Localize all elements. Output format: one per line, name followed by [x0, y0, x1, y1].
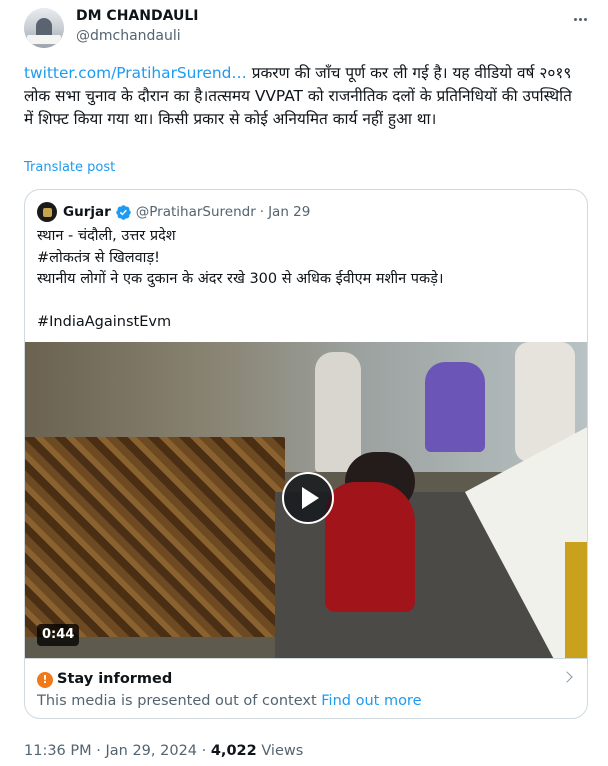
quoted-tweet-text: स्थान - चंदौली, उत्तर प्रदेश #लोकतंत्र स…: [37, 226, 577, 334]
video-frame-figure: [325, 482, 415, 612]
quoted-author-name[interactable]: Gurjar: [63, 204, 111, 220]
quoted-avatar-emblem: [42, 207, 52, 217]
tweet-link[interactable]: twitter.com/PratiharSurend…: [24, 64, 247, 82]
quoted-tweet-header: Gurjar @PratiharSurendr · Jan 29: [37, 202, 310, 222]
find-out-more-link[interactable]: Find out more: [321, 693, 421, 709]
avatar-desk: [27, 35, 61, 44]
quoted-author-avatar[interactable]: [37, 202, 57, 222]
alert-icon: !: [37, 672, 53, 688]
quoted-date[interactable]: Jan 29: [268, 204, 310, 220]
quoted-author-handle[interactable]: @PratiharSurendr: [136, 204, 256, 220]
more-icon-dot: [578, 17, 582, 21]
more-icon: [573, 17, 577, 21]
video-frame-fabric: [25, 437, 285, 637]
views-count: 4,022: [210, 743, 257, 759]
more-icon-dot: [583, 17, 587, 21]
tweet-header: DM CHANDAULI @dmchandauli: [24, 6, 594, 50]
video-duration: 0:44: [37, 624, 80, 646]
video-frame-person: [425, 362, 485, 452]
notice-title: Stay informed: [57, 671, 173, 687]
post-date[interactable]: Jan 29, 2024: [105, 743, 197, 759]
tweet-text: twitter.com/PratiharSurend… प्रकरण की जा…: [24, 62, 584, 131]
quoted-line-location: स्थान - चंदौली, उत्तर प्रदेश: [37, 228, 176, 244]
translate-post-link[interactable]: Translate post: [24, 160, 115, 175]
quoted-line-blank: [37, 291, 577, 313]
author-avatar[interactable]: [24, 8, 64, 48]
meta-separator: ·: [201, 743, 207, 759]
quoted-line-hashtag-2: #IndiaAgainstEvm: [37, 314, 172, 330]
quoted-line-hashtag: #लोकतंत्र से खिलवाड़!: [37, 249, 160, 266]
author-display-name[interactable]: DM CHANDAULI: [76, 8, 199, 24]
tweet-meta: 11:36 PM · Jan 29, 2024 · 4,022 Views: [24, 743, 303, 759]
meta-separator: ·: [96, 743, 101, 759]
play-icon: [302, 487, 319, 509]
quoted-separator: ·: [259, 204, 265, 220]
chevron-right-icon[interactable]: [561, 671, 573, 683]
context-notice[interactable]: ! Stay informed This media is presented …: [25, 658, 587, 718]
author-handle[interactable]: @dmchandauli: [76, 28, 181, 44]
notice-description-text: This media is presented out of context: [37, 693, 317, 709]
quoted-tweet-card[interactable]: Gurjar @PratiharSurendr · Jan 29 स्थान -…: [24, 189, 588, 719]
quoted-line-body: स्थानीय लोगों ने एक दुकान के अंदर रखे 30…: [37, 271, 444, 287]
post-time[interactable]: 11:36 PM: [24, 743, 92, 759]
views-label: Views: [261, 743, 304, 759]
more-options-button[interactable]: [566, 8, 594, 30]
play-button[interactable]: [282, 472, 334, 524]
video-frame-object: [565, 542, 587, 658]
notice-description: This media is presented out of context F…: [37, 693, 422, 709]
video-player[interactable]: 0:44: [25, 342, 587, 658]
video-frame-person: [315, 352, 361, 472]
verified-icon: [115, 204, 131, 220]
